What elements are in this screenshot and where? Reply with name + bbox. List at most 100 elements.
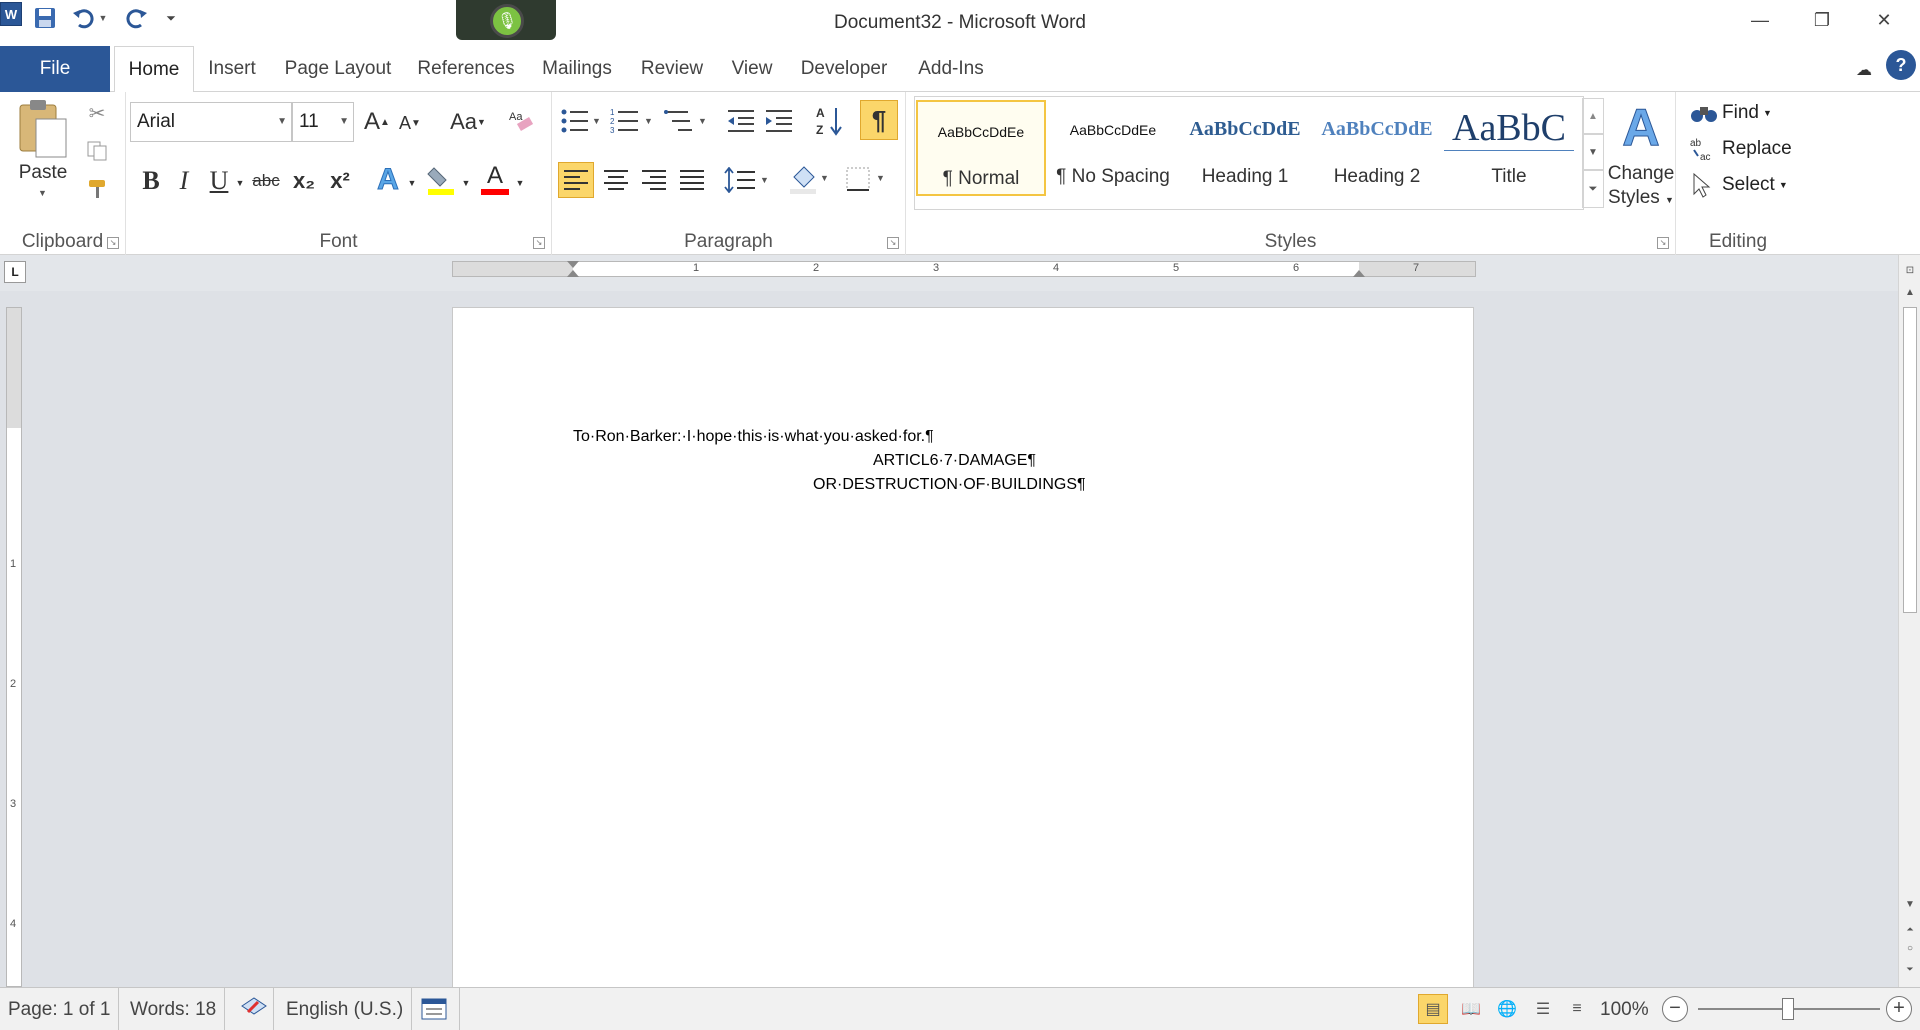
align-center-icon[interactable]: [598, 162, 634, 198]
sort-icon[interactable]: AZ: [812, 102, 846, 140]
outline-icon[interactable]: ☰: [1528, 994, 1558, 1024]
change-case-button[interactable]: Aa ▼: [446, 104, 490, 140]
styles-scroll-down-icon[interactable]: ▼: [1582, 134, 1604, 170]
decrease-indent-icon[interactable]: [724, 104, 758, 138]
tab-add-ins[interactable]: Add-Ins: [908, 46, 994, 92]
close-button[interactable]: ✕: [1857, 0, 1911, 40]
bullets-icon[interactable]: ▼: [558, 104, 602, 138]
tab-mailings[interactable]: Mailings: [534, 46, 620, 92]
zoom-slider-thumb[interactable]: [1782, 998, 1794, 1020]
superscript-button[interactable]: x²: [324, 164, 356, 198]
customize-qat-icon[interactable]: ⏷: [162, 4, 180, 32]
undo-icon[interactable]: [70, 4, 96, 32]
underline-dropdown-icon[interactable]: ▼: [234, 176, 246, 190]
underline-button[interactable]: U: [204, 164, 234, 198]
align-right-icon[interactable]: [636, 162, 672, 198]
align-left-icon[interactable]: [558, 162, 594, 198]
change-styles-button[interactable]: Change Styles ▼: [1606, 162, 1676, 212]
style-normal[interactable]: AaBbCcDdEe ¶ Normal: [916, 100, 1046, 196]
font-size-box[interactable]: 11 ▼: [292, 102, 354, 142]
bold-button[interactable]: B: [136, 164, 166, 198]
highlight-icon[interactable]: [424, 162, 458, 198]
shrink-font-button[interactable]: A ▼: [396, 106, 424, 140]
cloud-icon[interactable]: ☁: [1852, 58, 1876, 82]
styles-scroll-up-icon[interactable]: ▲: [1582, 98, 1604, 134]
scroll-up-icon[interactable]: ▲: [1899, 283, 1920, 303]
left-indent-marker[interactable]: [567, 270, 579, 277]
tab-page-layout[interactable]: Page Layout: [278, 46, 398, 92]
print-layout-icon[interactable]: ▤: [1418, 994, 1448, 1024]
help-icon[interactable]: ?: [1886, 50, 1916, 80]
style-title[interactable]: AaBbC Title: [1444, 100, 1574, 196]
paste-dropdown-icon[interactable]: ▼: [38, 188, 47, 198]
paste-button[interactable]: Paste: [10, 162, 76, 184]
previous-page-icon[interactable]: ⏶: [1899, 919, 1920, 939]
zoom-out-button[interactable]: −: [1662, 996, 1688, 1022]
web-layout-icon[interactable]: 🌐: [1492, 994, 1522, 1024]
dictation-widget[interactable]: 🎙: [456, 0, 556, 40]
text-effects-button[interactable]: A: [370, 162, 406, 198]
subscript-button[interactable]: x₂: [288, 164, 320, 198]
tab-review[interactable]: Review: [634, 46, 710, 92]
full-screen-reading-icon[interactable]: 📖: [1456, 994, 1486, 1024]
strikethrough-button[interactable]: abc: [248, 164, 284, 198]
minimize-button[interactable]: —: [1733, 0, 1787, 40]
increase-indent-icon[interactable]: [762, 104, 796, 138]
document-page[interactable]: To·Ron·Barker:·I·hope·this·is·what·you·a…: [452, 307, 1474, 987]
styles-more-icon[interactable]: ⏷: [1582, 170, 1604, 208]
clear-formatting-icon[interactable]: Aa: [504, 102, 538, 136]
tab-insert[interactable]: Insert: [200, 46, 264, 92]
undo-dropdown-icon[interactable]: ▼: [96, 4, 110, 32]
borders-icon[interactable]: ▼: [842, 162, 888, 198]
language[interactable]: English (U.S.): [278, 988, 413, 1030]
clipboard-launcher[interactable]: ↘: [107, 237, 119, 249]
word-count[interactable]: Words: 18: [122, 988, 226, 1030]
paste-icon[interactable]: [16, 96, 70, 160]
tab-developer[interactable]: Developer: [794, 46, 894, 92]
tab-file[interactable]: File: [0, 46, 110, 92]
draft-icon[interactable]: ≡: [1562, 994, 1592, 1024]
highlight-dropdown-icon[interactable]: ▼: [460, 176, 472, 190]
word-logo[interactable]: W: [0, 2, 22, 26]
copy-icon[interactable]: [84, 138, 110, 164]
styles-launcher[interactable]: ↘: [1657, 237, 1669, 249]
document-line[interactable]: OR·DESTRUCTION·OF·BUILDINGS¶: [813, 476, 1086, 494]
microphone-icon[interactable]: 🎙: [490, 4, 524, 38]
find-button[interactable]: Find ▼: [1690, 98, 1772, 128]
first-line-indent-marker[interactable]: [567, 261, 579, 268]
scrollbar-thumb[interactable]: [1903, 307, 1917, 613]
tab-selector[interactable]: L: [4, 261, 26, 283]
tab-home[interactable]: Home: [114, 46, 194, 93]
line-spacing-icon[interactable]: ▼: [722, 162, 772, 198]
proofing-icon[interactable]: [232, 988, 274, 1030]
format-painter-icon[interactable]: [84, 176, 110, 202]
zoom-level[interactable]: 100%: [1600, 988, 1649, 1030]
save-icon[interactable]: [32, 4, 58, 32]
italic-button[interactable]: I: [170, 164, 198, 198]
vertical-scrollbar[interactable]: ⊡ ▲ ▼ ⏶ ○ ⏷: [1898, 255, 1920, 987]
style-no-spacing[interactable]: AaBbCcDdEe ¶ No Spacing: [1048, 100, 1178, 196]
replace-button[interactable]: ab ac Replace: [1690, 134, 1792, 164]
cut-icon[interactable]: ✂: [84, 100, 110, 126]
font-name-dropdown-icon[interactable]: ▼: [277, 103, 287, 141]
select-button[interactable]: Select ▼: [1690, 170, 1788, 200]
zoom-in-button[interactable]: +: [1886, 996, 1912, 1022]
font-launcher[interactable]: ↘: [533, 237, 545, 249]
multilevel-list-icon[interactable]: ▼: [662, 104, 710, 138]
paragraph-launcher[interactable]: ↘: [887, 237, 899, 249]
numbering-icon[interactable]: 1 2 3 ▼: [608, 104, 656, 138]
style-heading-1[interactable]: AaBbCcDdE Heading 1: [1180, 100, 1310, 196]
horizontal-ruler[interactable]: 1 2 3 4 5 6 7: [452, 261, 1476, 277]
right-indent-marker[interactable]: [1353, 270, 1365, 277]
browse-object-icon[interactable]: ○: [1899, 939, 1920, 959]
font-color-dropdown-icon[interactable]: ▼: [514, 176, 526, 190]
restore-button[interactable]: ❐: [1795, 0, 1849, 40]
justify-icon[interactable]: [674, 162, 710, 198]
show-formatting-marks-button[interactable]: ¶: [860, 100, 898, 140]
style-heading-2[interactable]: AaBbCcDdE Heading 2: [1312, 100, 1442, 196]
font-size-dropdown-icon[interactable]: ▼: [339, 103, 349, 141]
text-effects-dropdown-icon[interactable]: ▼: [406, 176, 418, 190]
font-color-button[interactable]: A: [478, 160, 512, 198]
view-ruler-toggle-icon[interactable]: ⊡: [1899, 261, 1920, 281]
redo-icon[interactable]: [124, 4, 150, 32]
